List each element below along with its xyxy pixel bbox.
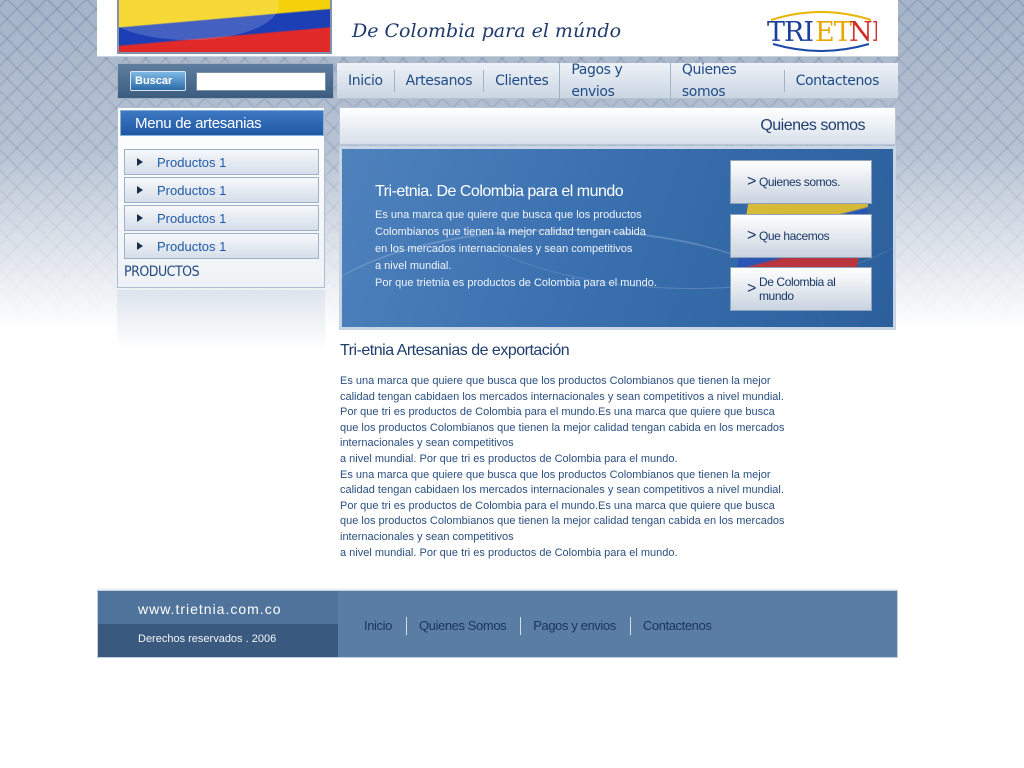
- article-line: calidad tengan cabidaen los mercados int…: [340, 484, 784, 497]
- arrow-right-icon: [137, 186, 143, 194]
- search-input[interactable]: [196, 72, 326, 91]
- sidebar-item-productos-3[interactable]: Productos 1: [124, 205, 319, 231]
- article-line: a nivel mundial. Por que tri es producto…: [340, 546, 678, 559]
- page-container: De Colombia para el múndo TRI ET NIA Bus…: [97, 0, 902, 660]
- arrow-right-icon: [137, 214, 143, 222]
- article-line: Por que tri es productos de Colombia par…: [340, 499, 775, 512]
- nav-item-contactenos[interactable]: Contactenos: [783, 69, 890, 92]
- footer-copyright: Derechos reservados . 2006: [138, 633, 277, 645]
- footer-info: www.trietnia.com.co Derechos reservados …: [98, 591, 338, 657]
- section-header: Quienes somos: [339, 107, 896, 145]
- button-label: De Colombia al mundo: [758, 275, 836, 303]
- trietnia-logo[interactable]: TRI ET NIA: [765, 8, 902, 52]
- sidebar-item-label: Productos 1: [157, 238, 227, 254]
- sidebar-list: Productos 1 Productos 1 Productos 1 Prod…: [124, 149, 319, 261]
- banner-text: Es una marca que quiere que busca que lo…: [375, 207, 705, 292]
- banner-text-line: Por que trietnia es productos de Colombi…: [375, 277, 657, 289]
- banner-text-line: en los mercados internacionales y sean c…: [375, 243, 633, 255]
- search-bar: Buscar: [117, 63, 334, 99]
- footer-nav-inicio[interactable]: Inicio: [364, 617, 406, 635]
- nav-item-inicio[interactable]: Inicio: [337, 70, 394, 92]
- article-line: Por que tri es productos de Colombia par…: [340, 406, 775, 419]
- footer-nav-contactenos[interactable]: Contactenos: [629, 617, 726, 635]
- article-line: Es una marca que quiere que busca que lo…: [340, 468, 771, 481]
- article-body: Es una marca que quiere que busca que lo…: [340, 374, 800, 561]
- svg-text:ET: ET: [815, 17, 852, 48]
- site-footer: www.trietnia.com.co Derechos reservados …: [97, 590, 898, 658]
- svg-text:TRI: TRI: [767, 17, 813, 48]
- site-header: De Colombia para el múndo TRI ET NIA: [97, 0, 902, 57]
- article-line: a nivel mundial. Por que tri es producto…: [340, 452, 678, 465]
- article-line: calidad tengan cabidaen los mercados int…: [340, 390, 784, 403]
- section-title: Quienes somos: [760, 117, 865, 134]
- footer-nav-pagos[interactable]: Pagos y envios: [520, 617, 630, 635]
- banner-title: Tri-etnia. De Colombia para el mundo: [375, 183, 624, 200]
- main-nav: Inicio Artesanos Clientes Pagos y envios…: [337, 58, 898, 103]
- nav-item-clientes[interactable]: Clientes: [483, 69, 559, 92]
- nav-item-pagos[interactable]: Pagos y envios: [559, 58, 670, 103]
- sidebar-menu: Menu de artesanias Productos 1 Productos…: [117, 107, 325, 288]
- article-line: que los productos Colombianos que tienen…: [340, 421, 785, 434]
- button-label: Quienes somos.: [758, 175, 841, 189]
- chevron-right-icon: >: [747, 227, 756, 244]
- site-tagline: De Colombia para el múndo: [352, 20, 622, 42]
- search-button[interactable]: Buscar: [130, 71, 186, 91]
- button-label: Que hacemos: [758, 229, 830, 243]
- chevron-right-icon: >: [747, 173, 756, 190]
- sidebar-item-label: Productos 1: [157, 154, 227, 170]
- chevron-right-icon: >: [747, 280, 756, 297]
- footer-nav: Inicio Quienes Somos Pagos y envios Cont…: [364, 617, 725, 635]
- sidebar-item-productos-1[interactable]: Productos 1: [124, 149, 319, 175]
- sidebar-item-productos-4[interactable]: Productos 1: [124, 233, 319, 259]
- quienes-somos-button[interactable]: > Quienes somos.: [730, 160, 872, 204]
- article-line: que los productos Colombianos que tienen…: [340, 515, 785, 528]
- de-colombia-al-mundo-button[interactable]: > De Colombia al mundo: [730, 267, 872, 311]
- svg-text:NIA: NIA: [849, 17, 877, 48]
- sidebar-item-productos-2[interactable]: Productos 1: [124, 177, 319, 203]
- nav-item-quienes-somos[interactable]: Quienes somos: [669, 58, 784, 103]
- sidebar-fade: [117, 290, 325, 350]
- que-hacemos-button[interactable]: > Que hacemos: [730, 214, 872, 258]
- sidebar-title: Menu de artesanias: [120, 110, 324, 136]
- arrow-right-icon: [137, 242, 143, 250]
- footer-nav-quienes-somos[interactable]: Quienes Somos: [405, 617, 520, 635]
- article-line: internacionales y sean competitivos: [340, 437, 514, 450]
- sidebar-item-label: Productos 1: [157, 210, 227, 226]
- footer-url[interactable]: www.trietnia.com.co: [138, 601, 281, 617]
- flag-shine: [119, 0, 279, 40]
- article-title: Tri-etnia Artesanias de exportación: [340, 342, 570, 359]
- logo-graphic: TRI ET NIA: [767, 11, 902, 52]
- sidebar-item-label: Productos 1: [157, 182, 227, 198]
- colombia-flag-banner: [117, 0, 332, 54]
- hero-banner: Tri-etnia. De Colombia para el mundo Es …: [339, 146, 896, 330]
- sidebar-footer-productos[interactable]: PRODUCTOS: [124, 264, 200, 280]
- nav-item-artesanos[interactable]: Artesanos: [393, 69, 483, 92]
- banner-text-line: a nivel mundial.: [375, 260, 452, 272]
- article-line: internacionales y sean competitivos: [340, 530, 514, 543]
- article-line: Es una marca que quiere que busca que lo…: [340, 375, 771, 387]
- arrow-right-icon: [137, 158, 143, 166]
- banner-text-line: Es una marca que quiere que busca que lo…: [375, 209, 642, 221]
- banner-text-line: Colombianos que tienen la mejor calidad …: [375, 226, 646, 238]
